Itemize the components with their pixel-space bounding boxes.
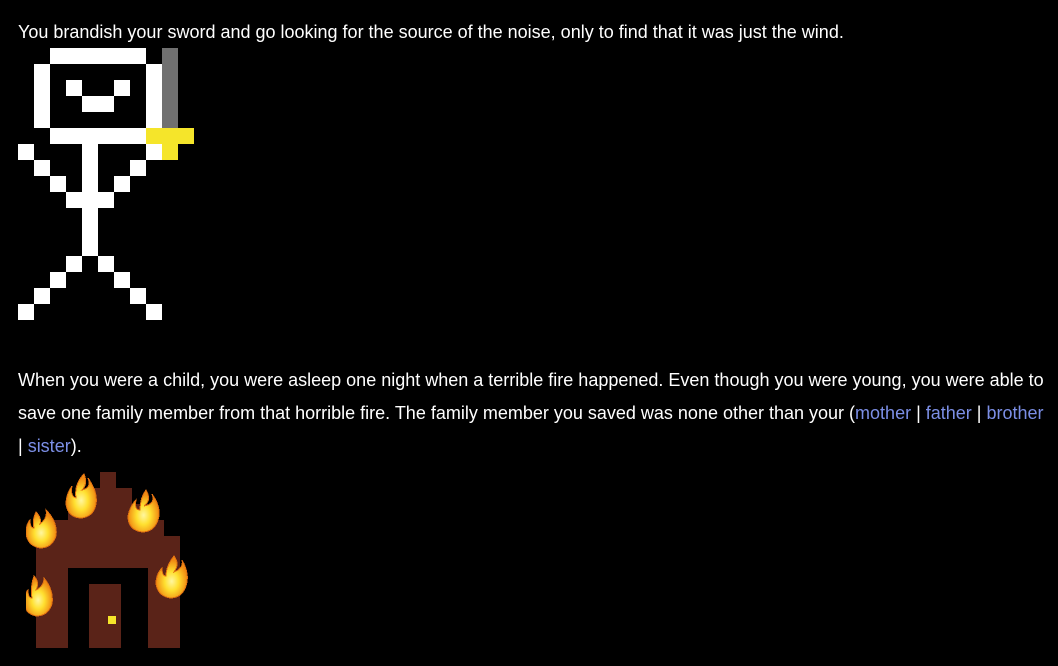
choice-separator: | xyxy=(911,403,926,423)
house-door xyxy=(89,584,121,648)
flame-icon xyxy=(65,473,97,519)
door-knob xyxy=(108,616,116,624)
choice-separator: | xyxy=(18,436,28,456)
choice-brother-link[interactable]: brother xyxy=(986,403,1043,423)
choice-sister-link[interactable]: sister xyxy=(28,436,71,456)
story-text-fire: When you were a child, you were asleep o… xyxy=(18,364,1048,463)
burning-house-icon xyxy=(26,472,188,648)
flame-icon xyxy=(26,508,57,549)
choice-separator: | xyxy=(971,403,987,423)
flame-icon xyxy=(127,489,160,533)
stickman-with-sword-icon xyxy=(18,48,194,320)
choice-mother-link[interactable]: mother xyxy=(855,403,911,423)
choice-father-link[interactable]: father xyxy=(926,403,972,423)
fire-story-close: ). xyxy=(70,436,82,456)
story-text-noise: You brandish your sword and go looking f… xyxy=(18,22,844,42)
stickman-body xyxy=(18,48,162,320)
